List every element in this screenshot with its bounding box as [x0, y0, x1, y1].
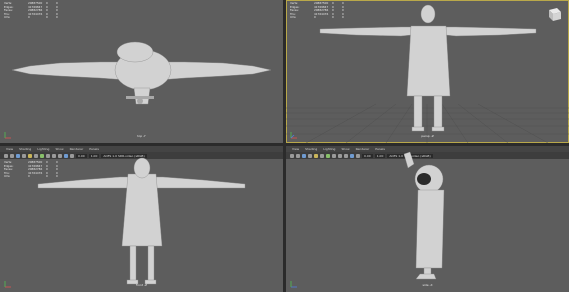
front-view-model	[37, 157, 246, 285]
viewport-persp[interactable]: Verts: 20887500 0 0 Edges: 41769847 0 0 Faces:…	[286, 0, 569, 143]
viewport-front[interactable]: View Shading Lighting Show Renderer Panels 0.…	[0, 146, 283, 292]
axis-gizmo-icon	[290, 132, 297, 139]
top-view-model	[11, 41, 272, 105]
axis-gizmo-icon	[4, 281, 11, 288]
viewport-side-label: side -X	[422, 283, 433, 287]
viewport-grid: Verts: 20887500 0 0 Edges: 41769847 0 0 Faces:…	[0, 0, 569, 292]
viewport-front-label: front -Z	[135, 283, 148, 287]
viewport-persp-label: persp -Z	[421, 134, 434, 138]
viewport-top-label: top -Y	[137, 134, 146, 138]
viewport-side[interactable]: View Shading Lighting Show Renderer Panels 0.…	[286, 146, 569, 292]
persp-view-model	[286, 4, 569, 143]
axis-gizmo-icon	[4, 132, 11, 139]
axis-gizmo-icon	[290, 281, 297, 288]
viewport-top[interactable]: Verts: 20887500 0 0 Edges: 41769847 0 0 Faces:…	[0, 0, 283, 143]
side-view-model	[403, 151, 445, 280]
viewcube-icon[interactable]	[545, 5, 563, 23]
